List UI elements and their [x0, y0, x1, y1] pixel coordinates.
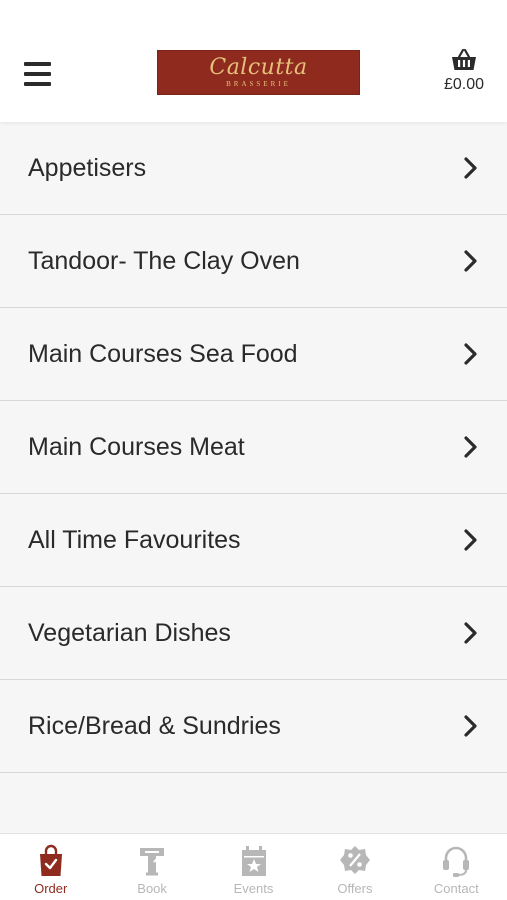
brand-logo[interactable]: Calcutta BRASSERIE	[157, 50, 360, 95]
nav-events[interactable]: Events	[203, 834, 304, 900]
nav-label: Events	[233, 881, 274, 896]
nav-label: Offers	[337, 881, 373, 896]
chevron-right-icon	[463, 621, 479, 645]
category-label: Main Courses Meat	[28, 432, 245, 461]
nav-book[interactable]: Book	[101, 834, 202, 900]
chevron-right-icon	[463, 156, 479, 180]
category-label: Tandoor- The Clay Oven	[28, 246, 300, 275]
category-label: Rice/Bread & Sundries	[28, 711, 281, 740]
chevron-right-icon	[463, 249, 479, 273]
category-label: All Time Favourites	[28, 525, 241, 554]
cart-button[interactable]: £0.00	[439, 48, 489, 100]
app-header: Calcutta BRASSERIE £0.00	[0, 0, 507, 122]
logo-text: Calcutta	[209, 54, 308, 80]
category-label: Main Courses Sea Food	[28, 339, 298, 368]
bottom-navigation: Order Book Events Offers Contact	[0, 833, 507, 900]
nav-offers[interactable]: Offers	[304, 834, 405, 900]
nav-label: Book	[137, 881, 167, 896]
shopping-bag-icon	[39, 844, 62, 876]
category-rice-bread-sundries[interactable]: Rice/Bread & Sundries	[0, 680, 507, 773]
category-tandoor[interactable]: Tandoor- The Clay Oven	[0, 215, 507, 308]
category-vegetarian-dishes[interactable]: Vegetarian Dishes	[0, 587, 507, 680]
percent-badge-icon	[339, 846, 370, 874]
category-appetisers[interactable]: Appetisers	[0, 122, 507, 215]
hamburger-menu-icon[interactable]	[24, 62, 52, 90]
category-label: Appetisers	[28, 153, 147, 182]
category-main-courses-meat[interactable]: Main Courses Meat	[0, 401, 507, 494]
chevron-right-icon	[463, 528, 479, 552]
category-main-courses-sea-food[interactable]: Main Courses Sea Food	[0, 308, 507, 401]
cart-total: £0.00	[443, 76, 485, 93]
chevron-right-icon	[463, 714, 479, 738]
nav-contact[interactable]: Contact	[406, 834, 507, 900]
basket-icon	[452, 48, 476, 70]
category-all-time-favourites[interactable]: All Time Favourites	[0, 494, 507, 587]
nav-label: Order	[34, 881, 68, 896]
logo-subtext: BRASSERIE	[226, 79, 291, 88]
headset-icon	[443, 846, 470, 877]
nav-label: Contact	[433, 881, 479, 896]
nav-order[interactable]: Order	[0, 834, 101, 900]
category-label: Vegetarian Dishes	[28, 618, 231, 647]
chevron-right-icon	[463, 342, 479, 366]
calendar-star-icon	[241, 846, 266, 876]
table-booking-icon	[140, 848, 165, 876]
chevron-right-icon	[463, 435, 479, 459]
category-list: Appetisers Tandoor- The Clay Oven Main C…	[0, 122, 507, 773]
